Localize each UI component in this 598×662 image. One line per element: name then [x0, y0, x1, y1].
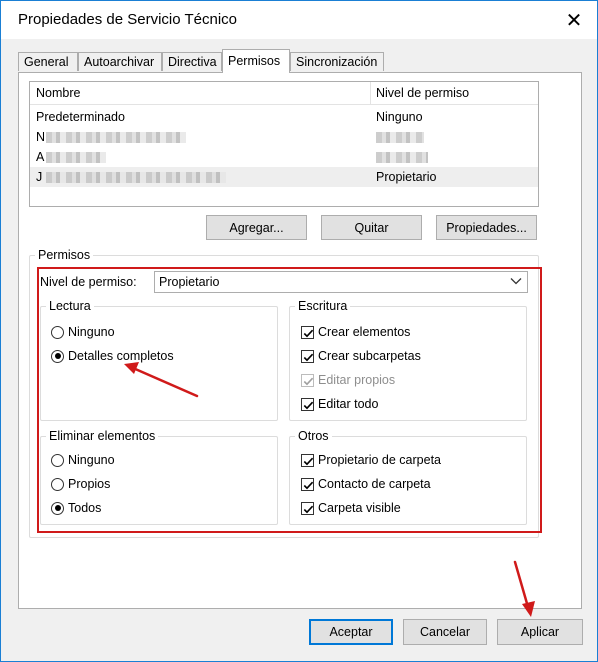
write-option-create-subfolders[interactable]: Crear subcarpetas	[301, 349, 421, 363]
checkbox-checked[interactable]	[301, 325, 314, 339]
dialog-window: Propiedades de Servicio Técnico ✕ Genera…	[0, 0, 598, 662]
option-label: Editar todo	[318, 397, 379, 411]
close-button[interactable]: ✕	[551, 1, 597, 39]
close-icon: ✕	[565, 9, 583, 32]
row-level: Ninguno	[376, 110, 423, 124]
delete-option-own[interactable]: Propios	[51, 477, 110, 491]
permissions-legend: Permisos	[38, 248, 91, 262]
checkmark-icon	[303, 481, 314, 489]
redacted-level	[376, 152, 428, 163]
option-label: Carpeta visible	[318, 501, 401, 515]
checkbox-checked[interactable]	[301, 501, 314, 515]
permissions-tab-panel: Nombre Nivel de permiso Predeterminado N…	[18, 72, 582, 609]
tab-permisos[interactable]: Permisos	[222, 49, 290, 73]
redacted-name	[46, 132, 186, 143]
list-row[interactable]: Predeterminado Ninguno	[30, 107, 538, 127]
radio-button[interactable]	[51, 477, 64, 491]
write-option-edit-own: Editar propios	[301, 373, 395, 387]
option-label: Ninguno	[68, 453, 115, 467]
remove-button[interactable]: Quitar	[321, 215, 422, 240]
write-option-create-items[interactable]: Crear elementos	[301, 325, 410, 339]
apply-button[interactable]: Aplicar	[497, 619, 583, 645]
checkbox-checked-disabled	[301, 373, 314, 387]
list-header: Nombre Nivel de permiso	[30, 82, 538, 105]
option-label: Detalles completos	[68, 349, 174, 363]
row-name: A	[36, 150, 45, 164]
other-option-folder-contact[interactable]: Contacto de carpeta	[301, 477, 431, 491]
tab-sincronizacion[interactable]: Sincronización	[290, 52, 384, 71]
cancel-button[interactable]: Cancelar	[403, 619, 487, 645]
other-legend: Otros	[298, 429, 329, 443]
delete-legend: Eliminar elementos	[49, 429, 156, 443]
checkbox-checked[interactable]	[301, 397, 314, 411]
option-label: Ninguno	[68, 325, 115, 339]
delete-option-none[interactable]: Ninguno	[51, 453, 115, 467]
list-row-selected[interactable]: J Propietario	[30, 167, 538, 187]
delete-option-all[interactable]: Todos	[51, 501, 101, 515]
row-name: N	[36, 130, 46, 144]
checkmark-icon	[303, 505, 314, 513]
accept-button[interactable]: Aceptar	[309, 619, 393, 645]
column-header-name[interactable]: Nombre	[36, 86, 80, 100]
checkmark-icon	[303, 401, 314, 409]
other-option-folder-visible[interactable]: Carpeta visible	[301, 501, 401, 515]
read-option-full-details[interactable]: Detalles completos	[51, 349, 174, 363]
column-separator[interactable]	[370, 82, 371, 104]
radio-button-selected[interactable]	[51, 349, 64, 363]
row-level: Propietario	[376, 170, 437, 184]
option-label: Propios	[68, 477, 111, 491]
title-bar: Propiedades de Servicio Técnico ✕	[1, 1, 597, 39]
radio-button-selected[interactable]	[51, 501, 64, 515]
permission-level-value: Propietario	[159, 275, 220, 289]
list-row[interactable]: A	[30, 147, 538, 167]
tab-general[interactable]: General	[18, 52, 78, 71]
redacted-name	[46, 152, 106, 163]
checkmark-icon	[303, 353, 314, 361]
add-button[interactable]: Agregar...	[206, 215, 307, 240]
option-label: Propietario de carpeta	[318, 453, 441, 467]
checkmark-icon	[303, 457, 314, 465]
row-name: J	[36, 170, 43, 184]
checkbox-checked[interactable]	[301, 349, 314, 363]
properties-button[interactable]: Propiedades...	[436, 215, 537, 240]
permission-level-label: Nivel de permiso:	[40, 275, 137, 289]
checkmark-icon	[303, 377, 314, 385]
permission-level-select[interactable]: Propietario	[154, 271, 528, 293]
tab-autoarchivar[interactable]: Autoarchivar	[78, 52, 162, 71]
write-option-edit-all[interactable]: Editar todo	[301, 397, 378, 411]
option-label: Todos	[68, 501, 102, 515]
window-title: Propiedades de Servicio Técnico	[18, 11, 238, 28]
radio-button[interactable]	[51, 453, 64, 467]
read-legend: Lectura	[49, 299, 91, 313]
users-list[interactable]: Nombre Nivel de permiso Predeterminado N…	[29, 81, 539, 207]
option-label: Crear subcarpetas	[318, 349, 421, 363]
checkbox-checked[interactable]	[301, 477, 314, 491]
other-option-folder-owner[interactable]: Propietario de carpeta	[301, 453, 441, 467]
checkbox-checked[interactable]	[301, 453, 314, 467]
option-label: Contacto de carpeta	[318, 477, 431, 491]
option-label: Editar propios	[318, 373, 396, 387]
list-row[interactable]: N	[30, 127, 538, 147]
read-option-none[interactable]: Ninguno	[51, 325, 115, 339]
column-header-level[interactable]: Nivel de permiso	[376, 86, 469, 100]
chevron-down-icon	[510, 278, 522, 285]
checkmark-icon	[303, 329, 314, 337]
row-name: Predeterminado	[36, 110, 125, 124]
radio-button[interactable]	[51, 325, 64, 339]
redacted-name	[46, 172, 226, 183]
write-legend: Escritura	[298, 299, 348, 313]
redacted-level	[376, 132, 424, 143]
option-label: Crear elementos	[318, 325, 411, 339]
tab-directiva[interactable]: Directiva	[162, 52, 222, 71]
